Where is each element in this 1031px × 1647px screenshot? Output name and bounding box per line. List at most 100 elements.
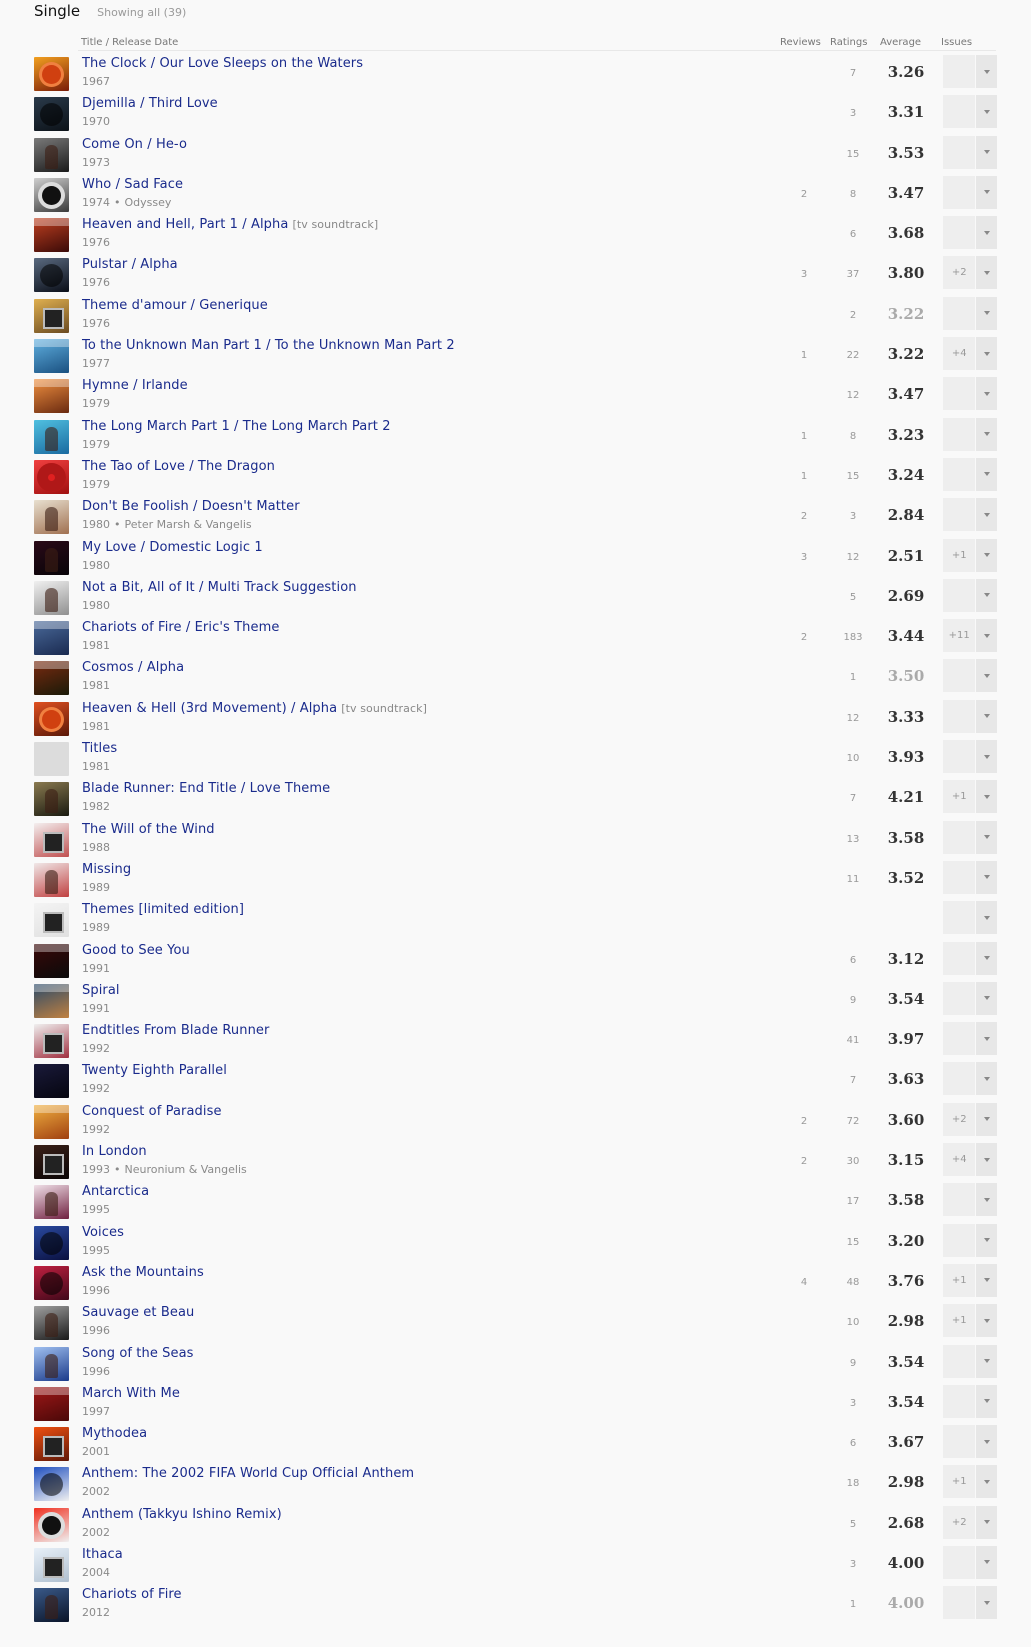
- issues-dropdown-button[interactable]: [976, 699, 997, 733]
- cover-art-thumbnail[interactable]: [34, 459, 69, 494]
- cover-art-thumbnail[interactable]: [34, 500, 69, 535]
- release-title[interactable]: Twenty Eighth Parallel: [82, 1063, 227, 1078]
- issues-dropdown-button[interactable]: [976, 1022, 997, 1056]
- reviews-count[interactable]: 2: [796, 1156, 812, 1167]
- issues-dropdown-button[interactable]: [976, 1304, 997, 1338]
- release-title-link[interactable]: Come On / He-o: [82, 137, 187, 152]
- cover-art-thumbnail[interactable]: [34, 1024, 69, 1059]
- issues-dropdown-button[interactable]: [976, 457, 997, 491]
- release-title-link[interactable]: The Long March Part 1 / The Long March P…: [82, 419, 391, 434]
- cover-art-thumbnail[interactable]: [34, 742, 69, 777]
- cover-art-thumbnail[interactable]: [34, 1064, 69, 1099]
- release-title-link[interactable]: The Tao of Love / The Dragon: [82, 459, 275, 474]
- release-title[interactable]: Ask the Mountains: [82, 1265, 204, 1280]
- cover-art-thumbnail[interactable]: [34, 1265, 69, 1300]
- issues-count-button[interactable]: [943, 578, 976, 612]
- cover-art-thumbnail[interactable]: [34, 177, 69, 212]
- cover-art-thumbnail[interactable]: [34, 419, 69, 454]
- cover-art-thumbnail[interactable]: [34, 339, 69, 374]
- release-title-link[interactable]: Sauvage et Beau: [82, 1305, 194, 1320]
- cover-art-thumbnail[interactable]: [34, 1386, 69, 1421]
- issues-dropdown-button[interactable]: [976, 740, 997, 774]
- release-title[interactable]: Theme d'amour / Generique: [82, 298, 268, 313]
- release-title[interactable]: The Clock / Our Love Sleeps on the Water…: [82, 56, 363, 71]
- issues-count-button[interactable]: [943, 417, 976, 451]
- issues-count-button[interactable]: [943, 1223, 976, 1257]
- issues-count-button[interactable]: [943, 740, 976, 774]
- release-title[interactable]: Mythodea: [82, 1426, 147, 1441]
- issues-dropdown-button[interactable]: [976, 55, 997, 88]
- issues-dropdown-button[interactable]: [976, 1425, 997, 1459]
- issues-count-button[interactable]: [943, 659, 976, 693]
- cover-art-thumbnail[interactable]: [34, 137, 69, 172]
- issues-dropdown-button[interactable]: [976, 1223, 997, 1257]
- issues-count-button[interactable]: [943, 216, 976, 250]
- release-title-link[interactable]: Ask the Mountains: [82, 1265, 204, 1280]
- release-title[interactable]: Voices: [82, 1225, 124, 1240]
- release-title[interactable]: The Long March Part 1 / The Long March P…: [82, 419, 391, 434]
- issues-count-button[interactable]: [943, 820, 976, 854]
- issues-count-button[interactable]: +4: [943, 337, 976, 371]
- release-title[interactable]: Blade Runner: End Title / Love Theme: [82, 781, 330, 796]
- issues-count-button[interactable]: [943, 699, 976, 733]
- cover-art-thumbnail[interactable]: [34, 258, 69, 293]
- issues-dropdown-button[interactable]: [976, 377, 997, 411]
- issues-dropdown-button[interactable]: [976, 1465, 997, 1499]
- release-title[interactable]: Titles: [82, 741, 117, 756]
- release-title-link[interactable]: Theme d'amour / Generique: [82, 298, 268, 313]
- release-title-link[interactable]: Chariots of Fire / Eric's Theme: [82, 620, 279, 635]
- release-title-link[interactable]: Titles: [82, 741, 117, 756]
- reviews-count[interactable]: 2: [796, 632, 812, 643]
- issues-dropdown-button[interactable]: [976, 135, 997, 169]
- release-title[interactable]: Come On / He-o: [82, 137, 187, 152]
- release-title-link[interactable]: Djemilla / Third Love: [82, 96, 218, 111]
- issues-dropdown-button[interactable]: [976, 860, 997, 894]
- issues-dropdown-button[interactable]: [976, 1102, 997, 1136]
- cover-art-thumbnail[interactable]: [34, 1145, 69, 1180]
- issues-dropdown-button[interactable]: [976, 498, 997, 532]
- cover-art-thumbnail[interactable]: [34, 1588, 69, 1623]
- issues-dropdown-button[interactable]: [976, 901, 997, 935]
- release-title-link[interactable]: Cosmos / Alpha: [82, 660, 184, 675]
- release-title-link[interactable]: Heaven and Hell, Part 1 / Alpha [tv sound…: [82, 217, 378, 232]
- cover-art-thumbnail[interactable]: [34, 1547, 69, 1582]
- issues-dropdown-button[interactable]: [976, 1263, 997, 1297]
- release-title[interactable]: Chariots of Fire: [82, 1587, 182, 1602]
- cover-art-thumbnail[interactable]: [34, 903, 69, 938]
- cover-art-thumbnail[interactable]: [34, 943, 69, 978]
- release-title[interactable]: Chariots of Fire / Eric's Theme: [82, 620, 279, 635]
- issues-count-button[interactable]: [943, 498, 976, 532]
- release-title-link[interactable]: Voices: [82, 1225, 124, 1240]
- issues-count-button[interactable]: [943, 1344, 976, 1378]
- cover-art-thumbnail[interactable]: [34, 822, 69, 857]
- release-title[interactable]: The Will of the Wind: [82, 822, 215, 837]
- column-title-date[interactable]: Title / Release Date: [81, 37, 178, 48]
- release-title[interactable]: Endtitles From Blade Runner: [82, 1023, 269, 1038]
- reviews-count[interactable]: 2: [796, 1116, 812, 1127]
- cover-art-thumbnail[interactable]: [34, 782, 69, 817]
- cover-art-thumbnail[interactable]: [34, 1185, 69, 1220]
- release-title[interactable]: Who / Sad Face: [82, 177, 183, 192]
- release-title-link[interactable]: The Clock / Our Love Sleeps on the Water…: [82, 56, 363, 71]
- reviews-count[interactable]: 2: [796, 189, 812, 200]
- issues-count-button[interactable]: +1: [943, 1304, 976, 1338]
- issues-count-button[interactable]: [943, 1545, 976, 1579]
- release-title-link[interactable]: March With Me: [82, 1386, 180, 1401]
- issues-count-button[interactable]: +1: [943, 538, 976, 572]
- cover-art-thumbnail[interactable]: [34, 540, 69, 575]
- release-title[interactable]: Ithaca: [82, 1547, 123, 1562]
- issues-count-button[interactable]: [943, 1425, 976, 1459]
- issues-dropdown-button[interactable]: [976, 538, 997, 572]
- issues-count-button[interactable]: +4: [943, 1143, 976, 1177]
- release-title[interactable]: Not a Bit, All of It / Multi Track Sugge…: [82, 580, 357, 595]
- issues-dropdown-button[interactable]: [976, 941, 997, 975]
- release-credit[interactable]: Odyssey: [125, 196, 172, 209]
- release-title-link[interactable]: Not a Bit, All of It / Multi Track Sugge…: [82, 580, 357, 595]
- cover-art-thumbnail[interactable]: [34, 1427, 69, 1462]
- release-title-link[interactable]: Ithaca: [82, 1547, 123, 1562]
- issues-count-button[interactable]: [943, 377, 976, 411]
- issues-count-button[interactable]: [943, 1384, 976, 1418]
- release-title-link[interactable]: My Love / Domestic Logic 1: [82, 540, 263, 555]
- column-average[interactable]: Average: [880, 37, 921, 48]
- cover-art-thumbnail[interactable]: [34, 1104, 69, 1139]
